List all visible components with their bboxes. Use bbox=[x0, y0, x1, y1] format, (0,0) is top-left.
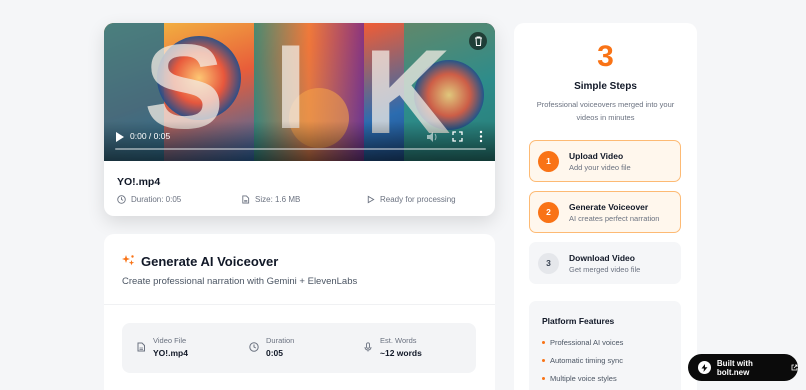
clock-icon bbox=[117, 195, 126, 204]
step-upload-video[interactable]: 1 Upload Video Add your video file bbox=[529, 140, 681, 182]
bullet-dot bbox=[542, 377, 545, 380]
divider bbox=[104, 304, 495, 305]
external-link-icon bbox=[791, 364, 798, 371]
badge-label: Built with bolt.new bbox=[716, 358, 753, 377]
steps-title: Simple Steps bbox=[574, 81, 637, 92]
step-title: Download Video bbox=[569, 252, 635, 263]
feature-item: Automatic timing sync bbox=[542, 356, 623, 365]
video-file-name: YO!.mp4 bbox=[117, 176, 161, 188]
generate-title: Generate AI Voiceover bbox=[141, 254, 279, 269]
delete-video-button[interactable] bbox=[469, 32, 487, 50]
steps-count: 3 bbox=[597, 40, 614, 73]
more-vertical-icon[interactable] bbox=[478, 130, 484, 143]
sparkle-icon bbox=[122, 255, 135, 266]
generate-voiceover-card: Generate AI Voiceover Create professiona… bbox=[104, 234, 495, 390]
trash-icon bbox=[474, 36, 482, 46]
bullet-dot bbox=[542, 359, 545, 362]
step-download-video[interactable]: 3 Download Video Get merged video file bbox=[529, 242, 681, 284]
step-title: Upload Video bbox=[569, 150, 624, 161]
volume-icon[interactable] bbox=[426, 131, 438, 143]
file-icon bbox=[242, 195, 250, 204]
feature-item: Professional AI voices bbox=[542, 338, 623, 347]
steps-panel: 3 Simple Steps Professional voiceovers m… bbox=[514, 23, 697, 390]
step-number: 1 bbox=[538, 150, 559, 172]
mic-icon bbox=[364, 342, 372, 352]
info-video-file: Video File YO!.mp4 bbox=[136, 336, 188, 358]
clock-icon bbox=[249, 342, 259, 352]
step-subtitle: Add your video file bbox=[569, 162, 631, 172]
play-icon[interactable] bbox=[115, 132, 124, 142]
video-size: Size: 1.6 MB bbox=[241, 195, 300, 204]
video-status: Ready for processing bbox=[366, 195, 456, 204]
bolt-icon bbox=[698, 361, 711, 374]
video-player[interactable]: S I K 0:00 / 0:05 bbox=[104, 23, 495, 161]
bullet-dot bbox=[542, 341, 545, 344]
step-number: 2 bbox=[538, 201, 559, 223]
steps-description: Professional voiceovers merged into your… bbox=[536, 100, 675, 122]
fullscreen-icon[interactable] bbox=[452, 131, 463, 142]
step-generate-voiceover[interactable]: 2 Generate Voiceover AI creates perfect … bbox=[529, 191, 681, 233]
step-subtitle: Get merged video file bbox=[569, 264, 641, 274]
video-duration: Duration: 0:05 bbox=[117, 195, 181, 204]
features-title: Platform Features bbox=[542, 316, 615, 326]
video-seek-bar[interactable] bbox=[115, 148, 486, 150]
play-outline-icon bbox=[367, 195, 375, 204]
video-preview-card: S I K 0:00 / 0:05 YO!.mp4 Duration: 0:05… bbox=[104, 23, 495, 216]
feature-item: Multiple voice styles bbox=[542, 374, 617, 383]
step-subtitle: AI creates perfect narration bbox=[569, 213, 660, 223]
platform-features: Platform Features Professional AI voices… bbox=[529, 301, 681, 390]
built-with-bolt-badge[interactable]: Built with bolt.new bbox=[688, 354, 798, 381]
video-info-box: Video File YO!.mp4 Duration 0:05 Est. Wo… bbox=[122, 323, 476, 373]
info-duration: Duration 0:05 bbox=[249, 336, 294, 358]
generate-subtitle: Create professional narration with Gemin… bbox=[122, 276, 358, 287]
video-time: 0:00 / 0:05 bbox=[130, 131, 171, 141]
info-est-words: Est. Words ~12 words bbox=[363, 336, 422, 358]
file-icon bbox=[137, 342, 145, 352]
step-number: 3 bbox=[538, 252, 559, 274]
step-title: Generate Voiceover bbox=[569, 201, 649, 212]
